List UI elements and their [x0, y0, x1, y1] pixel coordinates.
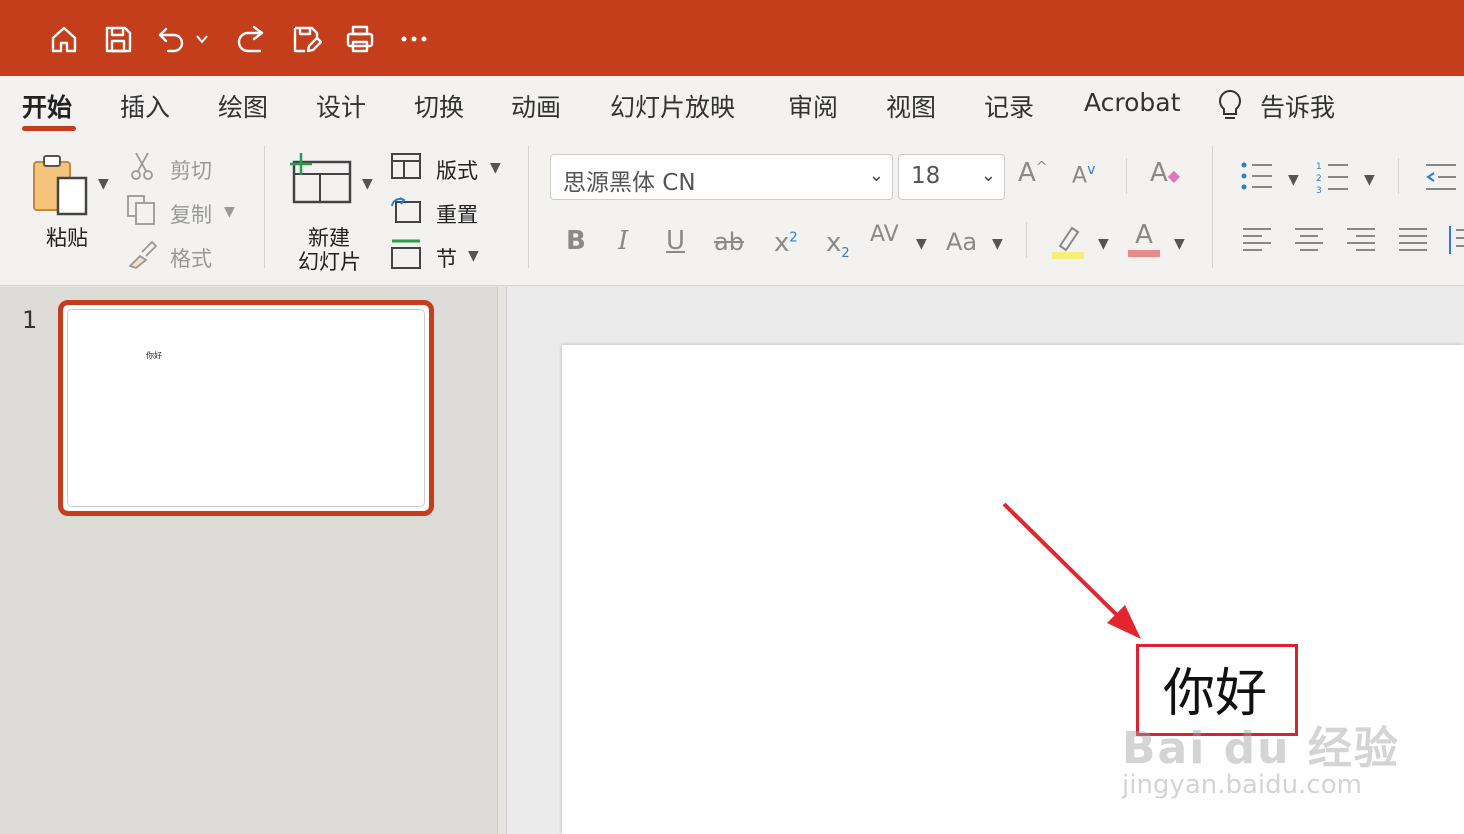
group-divider — [1212, 146, 1213, 268]
columns-icon[interactable] — [1448, 224, 1464, 260]
copy-dropdown-icon[interactable]: ▼ — [224, 204, 235, 220]
reset-button[interactable]: 重置 — [436, 199, 478, 229]
undo-icon[interactable] — [154, 20, 190, 58]
scissors-icon — [130, 150, 154, 186]
print-icon[interactable] — [342, 20, 378, 58]
tab-tell-me[interactable]: 告诉我 — [1260, 88, 1335, 124]
section-icon — [390, 238, 422, 274]
tab-slideshow[interactable]: 幻灯片放映 — [610, 88, 735, 124]
redo-icon[interactable] — [232, 20, 268, 58]
case-dropdown-icon[interactable]: ▼ — [992, 236, 1003, 252]
new-slide-icon[interactable] — [288, 150, 352, 212]
tab-review[interactable]: 审阅 — [788, 88, 838, 124]
italic-button[interactable]: I — [618, 226, 628, 256]
tab-insert[interactable]: 插入 — [120, 88, 170, 124]
copy-icon — [126, 194, 158, 230]
tab-record[interactable]: 记录 — [984, 88, 1034, 124]
tab-draw[interactable]: 绘图 — [218, 88, 268, 124]
svg-text:3: 3 — [1316, 186, 1322, 194]
group-divider — [1126, 158, 1127, 194]
new-slide-dropdown-icon[interactable]: ▼ — [362, 176, 373, 192]
slide-thumbnail[interactable]: 你好 — [58, 300, 434, 516]
section-button[interactable]: 节 — [436, 243, 457, 273]
tab-view[interactable]: 视图 — [886, 88, 936, 124]
undo-dropdown-icon[interactable] — [192, 20, 212, 58]
thumbnail-canvas: 你好 — [67, 309, 425, 507]
title-bar — [0, 0, 1464, 76]
home-icon[interactable] — [46, 20, 82, 58]
font-size-dropdown[interactable]: 18 ⌄ — [898, 154, 1005, 200]
paste-label[interactable]: 粘贴 — [46, 222, 88, 252]
group-divider — [528, 146, 529, 268]
svg-text:2: 2 — [1316, 174, 1322, 184]
justify-icon[interactable] — [1398, 226, 1428, 258]
layout-button[interactable]: 版式 — [436, 155, 478, 185]
change-case-button[interactable]: Aa — [946, 228, 977, 256]
lightbulb-icon — [1216, 88, 1244, 126]
ribbon-tabs: 开始 插入 绘图 设计 切换 动画 幻灯片放映 审阅 视图 记录 Acrobat… — [0, 76, 1464, 136]
decrease-font-button[interactable]: Av — [1072, 162, 1095, 188]
cut-button[interactable]: 剪切 — [170, 155, 212, 185]
font-color-dropdown-icon[interactable]: ▼ — [1174, 236, 1185, 252]
copy-button[interactable]: 复制 — [170, 199, 212, 229]
align-left-icon[interactable] — [1242, 226, 1272, 258]
font-name-dropdown[interactable]: 思源黑体 CN ⌄ — [550, 154, 893, 200]
reset-icon — [390, 196, 422, 228]
group-divider — [264, 146, 265, 268]
slide-number: 1 — [22, 306, 38, 334]
chevron-down-icon: ⌄ — [868, 165, 884, 186]
clear-formatting-button[interactable]: A◆ — [1150, 158, 1180, 188]
layout-dropdown-icon[interactable]: ▼ — [490, 160, 501, 176]
paste-dropdown-icon[interactable]: ▼ — [98, 176, 109, 192]
align-center-icon[interactable] — [1294, 226, 1324, 258]
chevron-down-icon: ⌄ — [980, 165, 996, 186]
character-spacing-button[interactable]: AV — [870, 222, 899, 247]
format-painter-icon — [126, 238, 158, 274]
svg-text:1: 1 — [1316, 162, 1322, 172]
bullets-icon[interactable] — [1240, 160, 1274, 196]
highlighter-dropdown-icon[interactable]: ▼ — [1098, 236, 1109, 252]
highlighter-icon[interactable] — [1050, 222, 1086, 264]
save-as-icon[interactable] — [288, 20, 324, 58]
group-divider — [1398, 158, 1399, 194]
format-painter-button[interactable]: 格式 — [170, 243, 212, 273]
annotation-arrow — [1002, 502, 1141, 639]
section-dropdown-icon[interactable]: ▼ — [468, 248, 479, 264]
increase-font-button[interactable]: A^ — [1018, 158, 1048, 188]
tab-design[interactable]: 设计 — [316, 88, 366, 124]
underline-button[interactable]: U — [666, 226, 685, 256]
subscript-button[interactable]: x2 — [826, 228, 850, 261]
tab-acrobat[interactable]: Acrobat — [1084, 88, 1180, 117]
thumbnail-text: 你好 — [146, 351, 162, 360]
layout-icon — [390, 152, 422, 184]
new-slide-label-line2[interactable]: 幻灯片 — [298, 246, 361, 276]
spacing-dropdown-icon[interactable]: ▼ — [916, 236, 927, 252]
save-icon[interactable] — [100, 20, 136, 58]
strikethrough-button[interactable]: ab — [714, 228, 744, 256]
tab-home[interactable]: 开始 — [22, 88, 72, 124]
bullets-dropdown-icon[interactable]: ▼ — [1288, 172, 1299, 188]
font-name-value: 思源黑体 CN — [563, 170, 696, 196]
numbering-dropdown-icon[interactable]: ▼ — [1364, 172, 1375, 188]
superscript-button[interactable]: x2 — [774, 228, 798, 258]
group-divider — [1026, 222, 1027, 258]
baidu-jingyan-watermark: Bai du 经验 jingyan.baidu.com — [1122, 723, 1400, 800]
tab-animations[interactable]: 动画 — [511, 88, 561, 124]
numbering-icon[interactable]: 1 2 3 — [1316, 160, 1350, 198]
bold-button[interactable]: B — [566, 226, 586, 256]
tab-transitions[interactable]: 切换 — [414, 88, 464, 124]
decrease-indent-icon[interactable] — [1424, 162, 1458, 196]
align-right-icon[interactable] — [1346, 226, 1376, 258]
more-icon[interactable] — [396, 20, 432, 58]
active-tab-indicator — [22, 126, 76, 131]
paste-icon[interactable] — [30, 150, 92, 224]
font-color-button[interactable]: A — [1126, 220, 1162, 257]
pane-splitter[interactable] — [497, 287, 507, 834]
font-size-value: 18 — [911, 163, 941, 189]
